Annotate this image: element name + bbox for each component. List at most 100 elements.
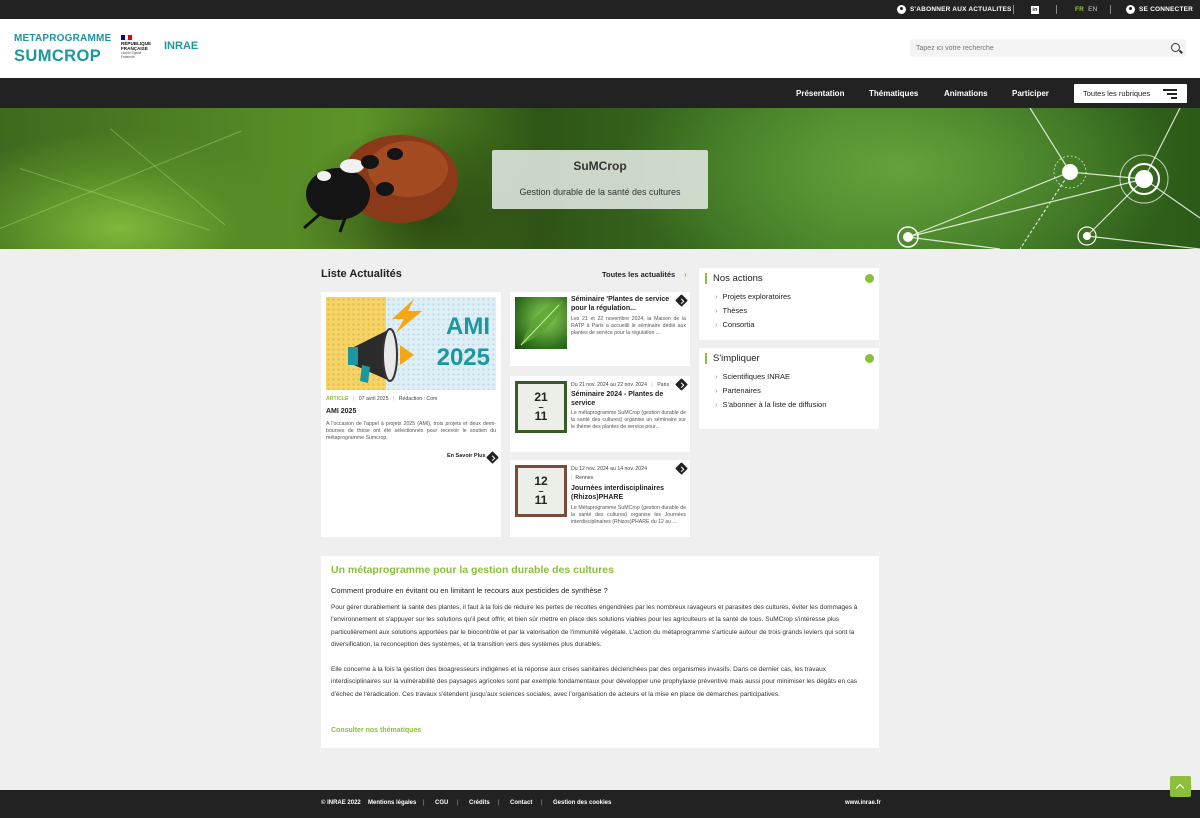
news-card-title[interactable]: Séminaire 'Plantes de service pour la ré… [571,296,671,313]
news-card-text: A l'occasion de l'appel à projets 2025 (… [326,421,496,441]
nav-item-presentation[interactable]: Présentation [796,78,844,108]
expand-icon[interactable] [865,354,874,363]
all-sections-button[interactable]: Toutes les rubriques [1074,84,1187,103]
sidebar-item-abonner[interactable]: S'abonner à la liste de diffusion [715,400,827,409]
rf-motto: Liberté Égalité Fraternité [121,51,142,59]
linkedin-link[interactable]: in [1031,0,1039,19]
chevron-right-icon: › [684,270,687,279]
thematiques-link[interactable]: Consulter nos thématiques [331,727,421,734]
nav-item-thematiques[interactable]: Thématiques [869,78,918,108]
sidebar-actions: Nos actions Projets exploratoires Thèses… [699,268,879,340]
sidebar-item-projets[interactable]: Projets exploratoires [715,292,791,301]
sidebar-involve-title: S'impliquer [705,353,760,364]
brand-line1: METAPROGRAMME [14,33,112,44]
footer-link-cookies[interactable]: Gestion des cookies [553,800,611,806]
megaphone-icon [348,328,414,383]
top-bar: S'ABONNER AUX ACTUALITES in FR EN SE CON… [0,0,1200,19]
about-paragraph-1: Pour gérer durablement la santé des plan… [331,604,858,648]
news-card[interactable]: Séminaire 'Plantes de service pour la ré… [510,292,690,366]
leaf-vein [19,168,211,231]
lang-en-link[interactable]: EN [1088,6,1097,13]
brand-line2: SUMCROP [14,47,102,65]
news-card-text: Le Métaprogramme SuMCrop (gestion durabl… [571,505,686,525]
calendar-month: 11 [534,409,548,423]
arrow-badge-icon [486,451,499,464]
lightning-icon [392,299,422,333]
news-section-title: Liste Actualités [321,268,402,280]
arrow-badge-icon [675,294,688,307]
login-link[interactable]: SE CONNECTER [1126,0,1193,19]
french-flag-icon [121,35,133,40]
search-bar [910,39,1186,57]
ami-image-text-2: 2025 [436,344,490,371]
footer-link-cgu[interactable]: CGU [435,800,448,806]
event-meta: Du 21 nov. 2024 au 22 nov. 2024 | Paris [571,382,670,388]
ladybug-image [303,135,458,233]
divider [1056,5,1057,14]
all-news-label: Toutes les actualités [602,270,676,279]
event-card[interactable]: 12 – 11 Du 12 nov. 2024 au 14 nov. 2024 … [510,460,690,537]
calendar-date-icon: 12 – 11 [515,465,567,517]
article-author: Rédaction : Com [398,396,438,402]
network-graphic [897,108,1200,249]
divider: | [457,800,459,806]
article-tag: ARTICLE [326,396,349,402]
hero-title: SuMCrop [573,159,627,173]
footer-link-mentions[interactable]: Mentions légales [368,800,416,806]
hero-banner: SuMCrop Gestion durable de la santé des … [0,108,1200,249]
news-card-text: Les 21 et 22 novembre 2024, la Maison de… [571,316,686,336]
news-card-title[interactable]: Séminaire 2024 - Plantes de service [571,391,679,408]
site-footer: © INRAE 2022 Mentions légales | CGU | Cr… [0,790,1200,818]
all-news-link[interactable]: Toutes les actualités › [602,270,687,279]
news-card-featured[interactable]: AMI 2025 ARTICLE | 07 avril 2025 | Rédac… [321,292,501,537]
arrow-badge-icon [675,462,688,475]
news-card-title[interactable]: AMI 2025 [326,408,356,417]
divider: | [498,800,500,806]
calendar-date-icon: 21 – 11 [515,381,567,433]
footer-link-credits[interactable]: Crédits [469,800,490,806]
bell-icon [897,5,906,14]
nav-item-animations[interactable]: Animations [944,78,988,108]
user-icon [1126,5,1135,14]
republique-francaise-logo[interactable]: RÉPUBLIQUE FRANÇAISE Liberté Égalité Fra… [121,35,153,59]
event-place: Paris [657,382,670,388]
event-card[interactable]: 21 – 11 Du 21 nov. 2024 au 22 nov. 2024 … [510,376,690,452]
plant-thumbnail [515,297,567,349]
read-more-link[interactable]: En Savoir Plus [447,453,486,459]
divider [1013,5,1014,14]
nav-item-participer[interactable]: Participer [1012,78,1049,108]
back-to-top-button[interactable] [1170,776,1191,797]
event-dates: Du 21 nov. 2024 au 22 nov. 2024 [571,382,647,388]
divider [1110,5,1111,14]
subscribe-news-label: S'ABONNER AUX ACTUALITES [910,6,1012,13]
sumcrop-logo[interactable]: METAPROGRAMME SUMCROP [14,33,111,66]
about-paragraph-2: Elle concerne à la fois la gestion des b… [331,666,858,698]
footer-link-contact[interactable]: Contact [510,800,532,806]
sidebar-item-consortia[interactable]: Consortia [715,320,755,329]
divider: | [541,800,543,806]
sidebar-item-scientifiques[interactable]: Scientifiques INRAE [715,372,791,381]
news-card-title[interactable]: Journées interdisciplinaires (Rhizos)PHA… [571,485,683,502]
sidebar-item-partenaires[interactable]: Partenaires [715,386,761,395]
news-card-meta: ARTICLE | 07 avril 2025 | Rédaction : Co… [326,396,438,402]
hero-subtitle: Gestion durable de la santé des cultures [519,187,681,197]
leaf-image [520,301,563,346]
about-question: Comment produire en évitant ou en limita… [331,586,608,595]
subscribe-news-link[interactable]: S'ABONNER AUX ACTUALITES [897,0,1012,19]
copyright: © INRAE 2022 [321,800,361,806]
sidebar-involve: S'impliquer Scientifiques INRAE Partenai… [699,348,879,429]
search-icon[interactable] [1171,43,1180,52]
footer-link-inrae[interactable]: www.inrae.fr [845,800,881,806]
inrae-logo[interactable]: INRAE [164,40,198,52]
ami-2025-image: AMI 2025 [326,297,496,390]
about-section: Un métaprogramme pour la gestion durable… [321,556,879,748]
main-nav: Présentation Thématiques Animations Part… [0,78,1200,108]
calendar-month: 11 [534,493,548,507]
sidebar-item-theses[interactable]: Thèses [715,306,748,315]
event-place: Rennes [575,475,594,481]
expand-icon[interactable] [865,274,874,283]
lang-fr-link[interactable]: FR [1075,6,1084,13]
leaf-vein [0,130,242,229]
event-place-row: | Rennes [571,475,594,481]
search-input[interactable] [910,44,1160,52]
